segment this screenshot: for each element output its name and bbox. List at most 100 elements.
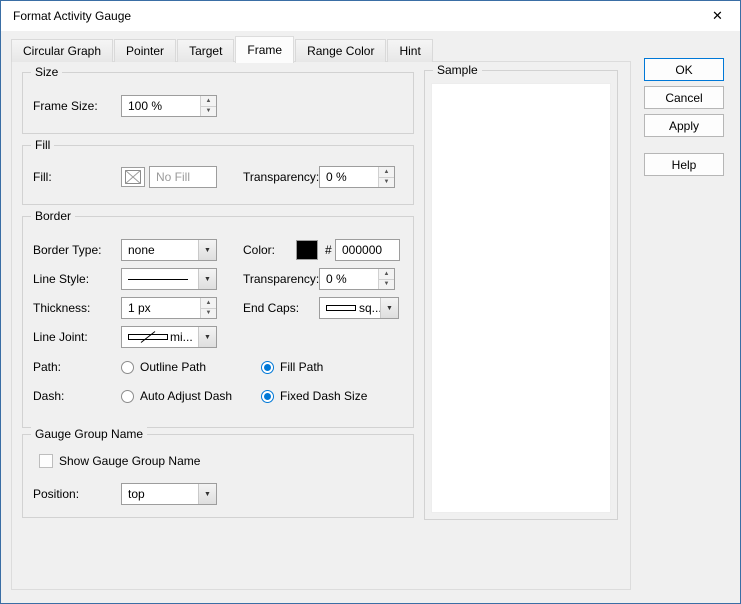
frame-size-spin-buttons: ▲ ▼ bbox=[200, 96, 216, 116]
square-cap-line-icon bbox=[326, 305, 356, 311]
fixed-dash-size-radio[interactable]: Fixed Dash Size bbox=[261, 385, 367, 407]
chevron-down-icon[interactable]: ▼ bbox=[380, 298, 398, 318]
checkbox-unchecked-icon[interactable] bbox=[39, 454, 53, 468]
gauge-group-name-group: Gauge Group Name Show Gauge Group Name P… bbox=[22, 434, 414, 518]
fill-transparency-label: Transparency: bbox=[243, 166, 319, 188]
tab-strip: Circular Graph Pointer Target Frame Rang… bbox=[11, 36, 433, 62]
fill-path-radio[interactable]: Fill Path bbox=[261, 356, 323, 378]
line-joint-preview: mi... bbox=[122, 327, 198, 347]
tab-frame[interactable]: Frame bbox=[235, 36, 294, 63]
spinner-down-icon[interactable]: ▼ bbox=[379, 280, 394, 290]
border-color-hex-field[interactable]: 000000 bbox=[335, 239, 400, 261]
position-select[interactable]: top ▼ bbox=[121, 483, 217, 505]
help-button[interactable]: Help bbox=[644, 153, 724, 176]
frame-tab-pane: Size Frame Size: 100 % ▲ ▼ Fill Fill: bbox=[11, 61, 631, 590]
spinner-up-icon[interactable]: ▲ bbox=[201, 298, 216, 309]
tab-circular-graph[interactable]: Circular Graph bbox=[11, 39, 113, 62]
border-type-label: Border Type: bbox=[33, 239, 101, 261]
border-type-select[interactable]: none ▼ bbox=[121, 239, 217, 261]
end-caps-label: End Caps: bbox=[243, 297, 299, 319]
fixed-dash-size-radio-label: Fixed Dash Size bbox=[280, 389, 367, 403]
border-color-swatch[interactable] bbox=[296, 240, 318, 260]
outline-path-radio[interactable]: Outline Path bbox=[121, 356, 206, 378]
fill-label: Fill: bbox=[33, 166, 52, 188]
sample-preview bbox=[431, 83, 611, 513]
chevron-down-icon[interactable]: ▼ bbox=[198, 327, 216, 347]
thickness-spin-buttons: ▲ ▼ bbox=[200, 298, 216, 318]
border-transparency-spinner[interactable]: 0 % ▲ ▼ bbox=[319, 268, 395, 290]
thickness-label: Thickness: bbox=[33, 297, 90, 319]
show-gauge-group-name-label: Show Gauge Group Name bbox=[59, 454, 200, 468]
fill-group-title: Fill bbox=[31, 138, 54, 152]
fill-transparency-value[interactable]: 0 % bbox=[320, 167, 378, 187]
fill-value-text: No Fill bbox=[156, 170, 190, 184]
spinner-down-icon[interactable]: ▼ bbox=[201, 309, 216, 319]
fill-transparency-spin-buttons: ▲ ▼ bbox=[378, 167, 394, 187]
fill-group: Fill Fill: No Fill Transparency: 0 % ▲ ▼ bbox=[22, 145, 414, 205]
thickness-spinner[interactable]: 1 px ▲ ▼ bbox=[121, 297, 217, 319]
outline-path-radio-label: Outline Path bbox=[140, 360, 206, 374]
border-group: Border Border Type: none ▼ Color: # 0000… bbox=[22, 216, 414, 428]
radio-unselected-icon[interactable] bbox=[121, 361, 134, 374]
border-transparency-value[interactable]: 0 % bbox=[320, 269, 378, 289]
end-caps-preview: sq... bbox=[320, 298, 380, 318]
no-fill-pattern-icon bbox=[125, 170, 141, 184]
spinner-down-icon[interactable]: ▼ bbox=[379, 178, 394, 188]
position-label: Position: bbox=[33, 483, 79, 505]
ok-button[interactable]: OK bbox=[644, 58, 724, 81]
border-type-value: none bbox=[122, 240, 198, 260]
tab-pointer[interactable]: Pointer bbox=[114, 39, 176, 62]
line-joint-select[interactable]: mi... ▼ bbox=[121, 326, 217, 348]
border-group-title: Border bbox=[31, 209, 75, 223]
radio-selected-icon[interactable] bbox=[261, 361, 274, 374]
solid-line-icon bbox=[128, 279, 188, 280]
spinner-up-icon[interactable]: ▲ bbox=[379, 269, 394, 280]
border-color-hex-value: 000000 bbox=[342, 243, 382, 257]
radio-unselected-icon[interactable] bbox=[121, 390, 134, 403]
close-icon[interactable]: ✕ bbox=[695, 1, 740, 31]
frame-size-spinner[interactable]: 100 % ▲ ▼ bbox=[121, 95, 217, 117]
fill-transparency-spinner[interactable]: 0 % ▲ ▼ bbox=[319, 166, 395, 188]
line-style-preview bbox=[122, 269, 198, 289]
border-transparency-label: Transparency: bbox=[243, 268, 319, 290]
size-group: Size Frame Size: 100 % ▲ ▼ bbox=[22, 72, 414, 134]
cancel-button[interactable]: Cancel bbox=[644, 86, 724, 109]
tab-target[interactable]: Target bbox=[177, 39, 234, 62]
dialog-title: Format Activity Gauge bbox=[13, 1, 131, 31]
fill-value-field[interactable]: No Fill bbox=[149, 166, 217, 188]
path-label: Path: bbox=[33, 356, 61, 378]
color-hash-prefix: # bbox=[325, 239, 332, 261]
show-gauge-group-name-checkbox[interactable]: Show Gauge Group Name bbox=[39, 453, 200, 469]
thickness-value[interactable]: 1 px bbox=[122, 298, 200, 318]
border-transparency-spin-buttons: ▲ ▼ bbox=[378, 269, 394, 289]
title-bar: Format Activity Gauge ✕ bbox=[1, 1, 740, 31]
end-caps-value: sq... bbox=[359, 301, 380, 315]
spinner-up-icon[interactable]: ▲ bbox=[379, 167, 394, 178]
format-activity-gauge-dialog: Format Activity Gauge ✕ Circular Graph P… bbox=[0, 0, 741, 604]
fill-pattern-button[interactable] bbox=[121, 167, 145, 187]
spinner-down-icon[interactable]: ▼ bbox=[201, 107, 216, 117]
position-value: top bbox=[122, 484, 198, 504]
chevron-down-icon[interactable]: ▼ bbox=[198, 269, 216, 289]
chevron-down-icon[interactable]: ▼ bbox=[198, 240, 216, 260]
dash-label: Dash: bbox=[33, 385, 64, 407]
fill-path-radio-label: Fill Path bbox=[280, 360, 323, 374]
tab-hint[interactable]: Hint bbox=[387, 39, 432, 62]
end-caps-select[interactable]: sq... ▼ bbox=[319, 297, 399, 319]
frame-size-label: Frame Size: bbox=[33, 95, 98, 117]
sample-group-title: Sample bbox=[433, 63, 482, 77]
apply-button[interactable]: Apply bbox=[644, 114, 724, 137]
tab-range-color[interactable]: Range Color bbox=[295, 39, 386, 62]
auto-adjust-dash-radio[interactable]: Auto Adjust Dash bbox=[121, 385, 232, 407]
chevron-down-icon[interactable]: ▼ bbox=[198, 484, 216, 504]
radio-selected-icon[interactable] bbox=[261, 390, 274, 403]
spinner-up-icon[interactable]: ▲ bbox=[201, 96, 216, 107]
sample-group: Sample bbox=[424, 70, 618, 520]
line-joint-label: Line Joint: bbox=[33, 326, 88, 348]
border-color-label: Color: bbox=[243, 239, 275, 261]
gauge-group-name-title: Gauge Group Name bbox=[31, 427, 147, 441]
line-style-label: Line Style: bbox=[33, 268, 89, 290]
frame-size-value[interactable]: 100 % bbox=[122, 96, 200, 116]
miter-joint-icon bbox=[128, 331, 168, 343]
line-style-select[interactable]: ▼ bbox=[121, 268, 217, 290]
